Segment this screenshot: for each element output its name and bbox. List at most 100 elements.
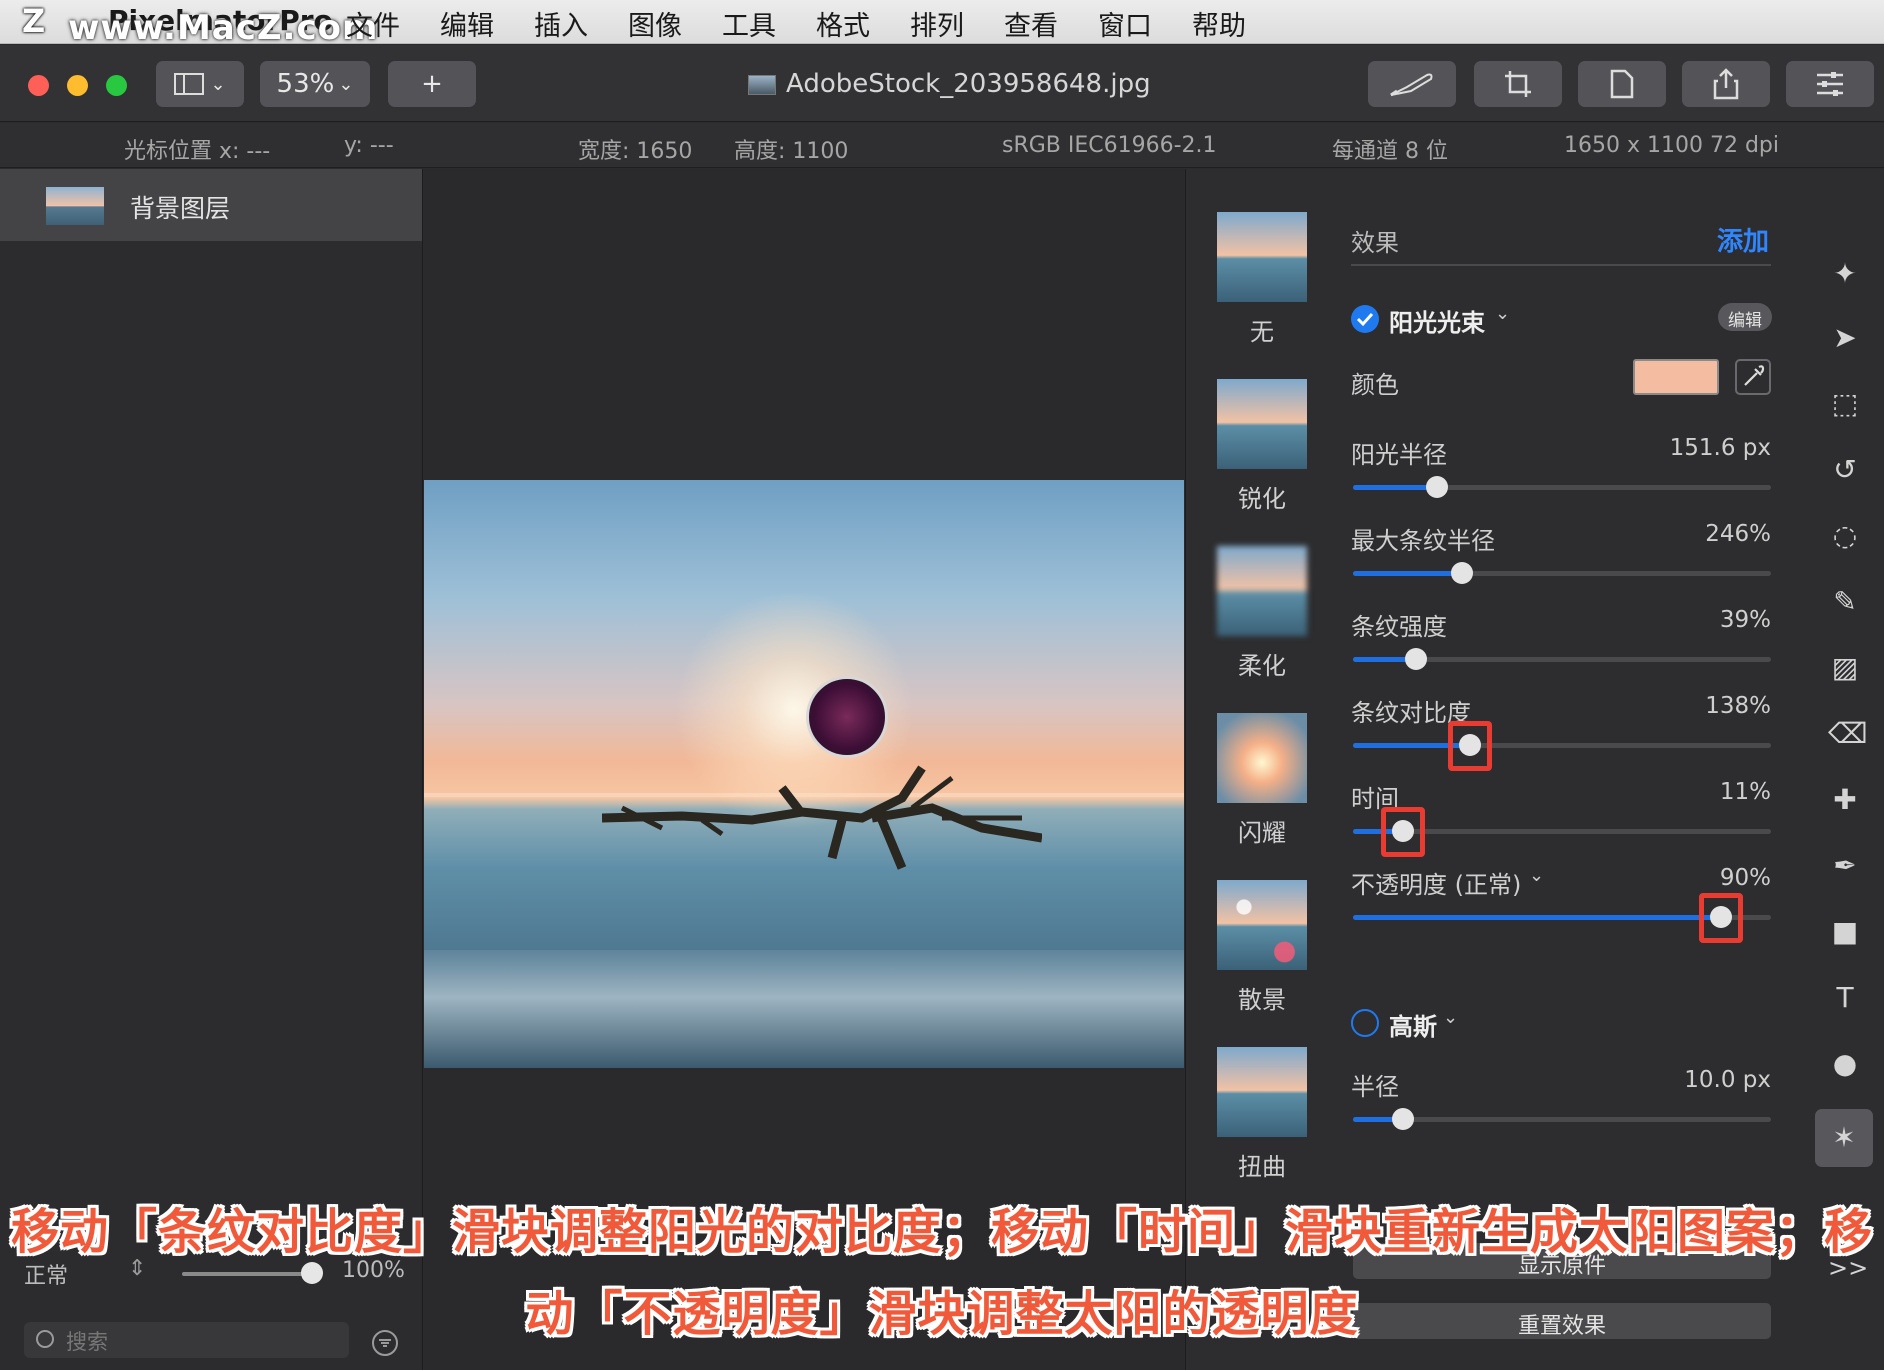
magic-wand-tool-icon[interactable]: ◌ (1828, 519, 1862, 553)
document-thumbnail-icon (748, 75, 776, 95)
menu-edit[interactable]: 编辑 (440, 4, 494, 43)
tutorial-caption-line2: 动「不透明度」滑块调整太阳的透明度 (525, 1286, 1359, 1342)
menu-view[interactable]: 查看 (1004, 4, 1058, 43)
slider-label-opacity: 不透明度 (正常) (1351, 871, 1522, 899)
pen-tool-icon[interactable]: ✒ (1828, 849, 1862, 883)
chevron-down-icon[interactable]: ⌄ (1529, 865, 1544, 886)
layer-thumbnail (46, 187, 104, 225)
adjustments-button[interactable] (1786, 61, 1874, 107)
slider-knob[interactable] (1425, 476, 1448, 498)
eyedropper-button[interactable] (1735, 359, 1771, 395)
slider-max-ray-radius[interactable] (1353, 562, 1771, 584)
effects-tool-button[interactable]: ✶ (1815, 1109, 1873, 1167)
slider-value-ray-contrast: 138% (1705, 693, 1771, 719)
color-profile: sRGB IEC61966-2.1 (1002, 133, 1217, 158)
effect-bokeh[interactable]: 散景 (1217, 880, 1307, 1015)
effect-thumbnail (1217, 379, 1307, 469)
effect-shine[interactable]: 闪耀 (1217, 713, 1307, 848)
menu-arrange[interactable]: 排列 (910, 4, 964, 43)
sidebar-toggle-button[interactable]: ⌄ (156, 61, 244, 107)
slider-knob[interactable] (1404, 648, 1427, 670)
effect2-name[interactable]: 高斯 (1389, 1007, 1437, 1042)
add-button[interactable]: + (388, 61, 476, 107)
slider-label-ray-strength: 条纹强度 (1351, 613, 1447, 641)
effect-name[interactable]: 阳光光束 (1389, 303, 1485, 338)
slider-sun-radius[interactable] (1353, 476, 1771, 498)
zoom-value: 53% (276, 69, 335, 99)
minimize-window-button[interactable] (67, 75, 88, 96)
lasso-tool-icon[interactable]: ↺ (1828, 453, 1862, 487)
sun-position-handle[interactable] (806, 676, 888, 758)
menu-image[interactable]: 图像 (628, 4, 682, 43)
eraser-tool-icon[interactable]: ⌫ (1828, 717, 1868, 751)
zoom-dropdown[interactable]: 53% ⌄ (260, 61, 370, 107)
menu-help[interactable]: 帮助 (1192, 4, 1246, 43)
zoom-window-button[interactable] (106, 75, 127, 96)
slider-ray-contrast[interactable] (1353, 734, 1771, 756)
effect-enabled-checkbox[interactable] (1351, 305, 1379, 333)
shape-tool-icon[interactable]: ■ (1828, 915, 1862, 949)
slider-ray-strength[interactable] (1353, 648, 1771, 670)
slider-fill (1353, 485, 1437, 490)
layer-row[interactable]: 背景图层 (0, 169, 422, 241)
slider-value-radius: 10.0 px (1684, 1067, 1771, 1093)
color-adjust-tool-icon[interactable]: ● (1828, 1047, 1862, 1081)
section-title: 效果 (1351, 229, 1399, 257)
driftwood-shape (602, 765, 1042, 870)
effect-distort[interactable]: 扭曲 (1217, 1047, 1307, 1182)
chevron-down-icon[interactable]: ⌄ (1443, 1007, 1458, 1028)
effect-thumbnail (1217, 212, 1307, 302)
effect-none[interactable]: 无 (1217, 212, 1307, 347)
effect-label: 柔化 (1238, 652, 1286, 680)
format-button[interactable] (1578, 61, 1666, 107)
arrange-tool-icon[interactable]: ➤ (1828, 321, 1862, 355)
bit-depth: 每通道 8 位 (1332, 139, 1448, 164)
effect-label: 闪耀 (1238, 819, 1286, 847)
canvas-area[interactable] (424, 169, 1184, 1370)
slider-label-radius: 半径 (1351, 1073, 1399, 1101)
repair-tool-button[interactable] (1368, 61, 1456, 107)
canvas-image[interactable] (424, 480, 1184, 1068)
eyedropper-icon (1744, 365, 1765, 386)
menu-format[interactable]: 格式 (816, 4, 870, 43)
effect-label: 锐化 (1238, 485, 1286, 513)
slider-value-sun-radius: 151.6 px (1669, 435, 1771, 461)
effect-thumbnail (1217, 880, 1307, 970)
sliders-icon (1817, 72, 1843, 96)
effect-blur[interactable]: 柔化 (1217, 546, 1307, 681)
chevron-down-icon[interactable]: ⌄ (1495, 303, 1510, 324)
image-height: 高度: 1100 (734, 139, 849, 164)
highlight-box-opacity (1698, 893, 1743, 943)
cursor-x: 光标位置 x: --- (124, 139, 271, 164)
menu-insert[interactable]: 插入 (534, 4, 588, 43)
selection-tool-icon[interactable]: ⬚ (1828, 387, 1862, 421)
chevron-down-icon: ⌄ (338, 73, 354, 95)
effect-sharpen[interactable]: 锐化 (1217, 379, 1307, 514)
style-tool-icon[interactable]: ✦ (1828, 257, 1862, 291)
menu-bar: PixelmatorPro www.MacZ.com Z 文件 编辑 插入 图像… (0, 0, 1884, 48)
effect2-enabled-checkbox[interactable] (1351, 1009, 1379, 1037)
slider-knob[interactable] (1392, 1108, 1415, 1130)
slider-knob[interactable] (1450, 562, 1473, 584)
share-button[interactable] (1682, 61, 1770, 107)
repair-tool-icon[interactable]: ✚ (1828, 783, 1862, 817)
highlight-box-time (1381, 807, 1426, 857)
add-effect-button[interactable]: 添加 (1717, 221, 1769, 258)
effect-label: 扭曲 (1238, 1153, 1286, 1181)
slider-fill (1353, 915, 1721, 920)
tutorial-caption-line1: 移动「条纹对比度」滑块调整阳光的对比度；移动「时间」滑块重新生成太阳图案；移 (10, 1204, 1873, 1260)
document-icon (1610, 69, 1634, 99)
edit-button[interactable]: 编辑 (1718, 303, 1772, 331)
paint-tool-icon[interactable]: ✎ (1828, 585, 1862, 619)
menu-file[interactable]: 文件 (346, 4, 400, 43)
close-window-button[interactable] (28, 75, 49, 96)
menu-tools[interactable]: 工具 (722, 4, 776, 43)
type-tool-icon[interactable]: T (1828, 981, 1862, 1015)
color-well[interactable] (1633, 359, 1719, 395)
share-icon (1713, 68, 1739, 100)
slider-radius[interactable] (1353, 1108, 1771, 1130)
gradient-tool-icon[interactable]: ▨ (1828, 651, 1862, 685)
menu-window[interactable]: 窗口 (1098, 4, 1152, 43)
crop-button[interactable] (1474, 61, 1562, 107)
effect-label: 无 (1250, 318, 1274, 346)
